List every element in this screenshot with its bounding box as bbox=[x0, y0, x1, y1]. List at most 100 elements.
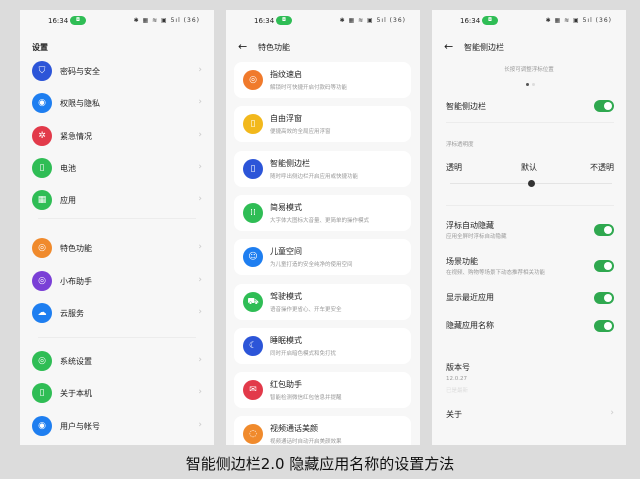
page-dot bbox=[532, 83, 535, 86]
feature-title: 视频通话美颜 bbox=[270, 424, 318, 434]
setting-toggle[interactable] bbox=[594, 260, 614, 272]
feature-card[interactable]: ☾ 睡眠模式 同时开启暗色模式和免打扰 bbox=[234, 327, 411, 364]
sidebar-toggle[interactable] bbox=[594, 100, 614, 112]
chevron-right-icon: › bbox=[610, 408, 614, 418]
settings-item[interactable]: ⛉ 密码与安全 › bbox=[20, 55, 214, 87]
page-dot-active bbox=[526, 83, 529, 86]
settings-item[interactable]: ◎ 特色功能 › bbox=[20, 232, 214, 264]
toggle-label: 显示最近应用 bbox=[446, 293, 494, 302]
feature-title: 红包助手 bbox=[270, 380, 302, 390]
item-icon: ◉ bbox=[32, 93, 52, 113]
item-label: 电池 bbox=[60, 164, 76, 173]
feature-icon: ⛟ bbox=[243, 291, 263, 312]
item-icon: ✲ bbox=[32, 126, 52, 146]
feature-icon: ☺ bbox=[243, 247, 263, 268]
feature-title: 智能侧边栏 bbox=[270, 158, 310, 168]
features-screen: 16:34 ◘ ✱ ▦ ≋ ▣ 5ıl (36) ← 特色功能 ◎ 指纹速启 解锁… bbox=[226, 10, 420, 445]
settings-item[interactable]: ◉ 权限与隐私 › bbox=[20, 87, 214, 119]
toggle-label: 浮标自动隐藏 bbox=[446, 221, 494, 230]
setting-toggle[interactable] bbox=[594, 292, 614, 304]
item-icon: ▦ bbox=[32, 190, 52, 210]
divider bbox=[446, 122, 614, 123]
item-label: 权限与隐私 bbox=[60, 99, 100, 108]
chevron-right-icon: › bbox=[198, 307, 202, 317]
feature-icon: ✉ bbox=[243, 380, 263, 401]
version-status: 已是最新 bbox=[446, 388, 469, 394]
divider bbox=[446, 205, 614, 206]
item-label: 紧急情况 bbox=[60, 132, 92, 141]
settings-item[interactable]: ◎ 小布助手 › bbox=[20, 265, 214, 297]
version-label: 版本号 bbox=[446, 363, 470, 372]
feature-title: 简易模式 bbox=[270, 202, 302, 212]
status-bar: 16:34 ◘ ✱ ▦ ≋ ▣ 5ıl (36) bbox=[254, 16, 406, 25]
feature-desc: 同时开启暗色模式和免打扰 bbox=[270, 350, 337, 357]
feature-title: 驾驶模式 bbox=[270, 291, 302, 301]
chevron-right-icon: › bbox=[198, 194, 202, 204]
feature-title: 儿童空间 bbox=[270, 247, 302, 257]
page-title: 特色功能 bbox=[258, 43, 290, 52]
toggle-label: 场景功能 bbox=[446, 257, 478, 266]
feature-desc: 解锁时可快捷开启付款码等功能 bbox=[270, 85, 348, 91]
feature-card[interactable]: ▯ 自由浮窗 便捷高效的全局应用浮窗 bbox=[234, 106, 411, 143]
slider-mid-label: 默认 bbox=[521, 163, 537, 172]
status-icons: ✱ ▦ ≋ ▣ 5ıl (36) bbox=[133, 17, 200, 24]
item-label: 用户与帐号 bbox=[60, 422, 100, 431]
feature-card[interactable]: ◌ 视频通话美颜 视频通话时自动开启美颜效果 bbox=[234, 416, 411, 445]
feature-card[interactable]: ☺ 儿童空间 为儿童打造的安全纯净的使用空间 bbox=[234, 239, 411, 276]
status-bar: 16:34 ◘ ✱ ▦ ≋ ▣ 5ıl (36) bbox=[460, 16, 612, 25]
toggle-desc: 在视频、购物等场景下动态推荐相关功能 bbox=[446, 270, 546, 276]
caption: 智能侧边栏2.0 隐藏应用名称的设置方法 bbox=[185, 455, 455, 473]
feature-card[interactable]: ✉ 红包助手 智能检测微信红包信息并提醒 bbox=[234, 372, 411, 409]
item-label: 特色功能 bbox=[60, 244, 92, 253]
feature-card[interactable]: ⁞⁞ 简易模式 大字体大图标大音量、更简单的操作模式 bbox=[234, 194, 411, 231]
settings-item[interactable]: ✲ 紧急情况 › bbox=[20, 120, 214, 152]
toggle-desc: 应用全屏时浮标自动隐藏 bbox=[446, 234, 507, 240]
settings-item[interactable]: ▯ 关于本机 › bbox=[20, 377, 214, 409]
feature-desc: 为儿童打造的安全纯净的使用空间 bbox=[270, 262, 353, 269]
settings-item[interactable]: ◎ 系统设置 › bbox=[20, 345, 214, 377]
feature-icon: ▯ bbox=[243, 114, 263, 135]
battery-icon: 36 bbox=[393, 17, 403, 24]
feature-desc: 智能检测微信红包信息并提醒 bbox=[270, 395, 342, 402]
page-title: 智能侧边栏 bbox=[464, 43, 504, 52]
item-label: 小布助手 bbox=[60, 277, 92, 286]
battery-icon: 36 bbox=[187, 17, 197, 24]
item-label: 系统设置 bbox=[60, 357, 92, 366]
divider bbox=[38, 218, 196, 219]
setting-toggle[interactable] bbox=[594, 320, 614, 332]
back-icon[interactable]: ← bbox=[444, 40, 453, 53]
feature-card[interactable]: ⛟ 驾驶模式 语音操作更省心、开车更安全 bbox=[234, 283, 411, 320]
settings-item[interactable]: ▯ 电池 › bbox=[20, 152, 214, 184]
about-item[interactable]: 关于 › bbox=[432, 404, 626, 426]
feature-title: 睡眠模式 bbox=[270, 335, 302, 345]
settings-item[interactable]: ◉ 用户与帐号 › bbox=[20, 410, 214, 442]
chevron-right-icon: › bbox=[198, 65, 202, 75]
feature-icon: ☾ bbox=[243, 335, 263, 356]
feature-icon: ⁞⁞ bbox=[243, 202, 263, 223]
settings-item[interactable]: ☁ 云服务 › bbox=[20, 297, 214, 329]
opacity-slider-thumb[interactable] bbox=[528, 180, 535, 187]
back-icon[interactable]: ← bbox=[238, 40, 247, 53]
status-bar: 16:34 ◘ ✱ ▦ ≋ ▣ 5ıl (36) bbox=[48, 16, 200, 25]
status-icons: ✱ ▦ ≋ ▣ 5ıl (36) bbox=[545, 17, 612, 24]
divider bbox=[38, 337, 196, 338]
item-label: 关于本机 bbox=[60, 389, 92, 398]
item-label: 应用 bbox=[60, 196, 76, 205]
sidebar-settings-screen: 16:34 ◘ ✱ ▦ ≋ ▣ 5ıl (36) ← 智能侧边栏 长按可调整浮标位… bbox=[432, 10, 626, 445]
feature-card[interactable]: ◎ 指纹速启 解锁时可快捷开启付款码等功能 bbox=[234, 62, 411, 98]
settings-item[interactable]: ▦ 应用 › bbox=[20, 184, 214, 216]
feature-icon: ▯ bbox=[243, 158, 263, 179]
feature-desc: 随时呼出侧边栏开启应用或快捷功能 bbox=[270, 173, 359, 180]
item-icon: ▯ bbox=[32, 158, 52, 178]
chevron-right-icon: › bbox=[198, 242, 202, 252]
feature-card[interactable]: ▯ 智能侧边栏 随时呼出侧边栏开启应用或快捷功能 bbox=[234, 150, 411, 187]
settings-screen: 16:34 ◘ ✱ ▦ ≋ ▣ 5ıl (36) 设置 ⛉ 密码与安全 › ◉ 权… bbox=[20, 10, 214, 445]
chevron-right-icon: › bbox=[198, 387, 202, 397]
status-icons: ✱ ▦ ≋ ▣ 5ıl (36) bbox=[339, 17, 406, 24]
item-label: 密码与安全 bbox=[60, 67, 100, 76]
setting-toggle[interactable] bbox=[594, 224, 614, 236]
opacity-slider-track[interactable] bbox=[450, 180, 612, 187]
chevron-right-icon: › bbox=[198, 275, 202, 285]
feature-desc: 便捷高效的全局应用浮窗 bbox=[270, 129, 331, 136]
hint-text: 长按可调整浮标位置 bbox=[504, 67, 554, 73]
